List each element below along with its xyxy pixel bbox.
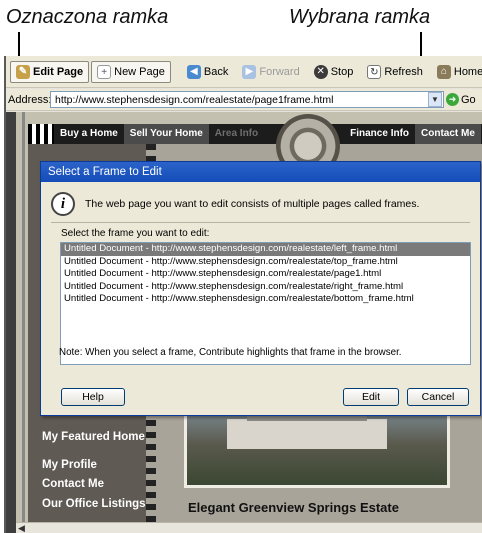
callout-marked-frame: Oznaczona ramka [6, 6, 169, 28]
cancel-label: Cancel [421, 391, 455, 403]
site-navbar: Buy a Home Sell Your Home Area Info Fina… [28, 124, 482, 144]
stop-icon: ✕ [313, 64, 328, 79]
select-frame-dialog: Select a Frame to Edit i The web page yo… [40, 161, 481, 416]
nav-contact-me[interactable]: Contact Me [415, 124, 481, 144]
navbar-pattern [28, 124, 54, 144]
back-button[interactable]: ◀ Back [181, 61, 234, 83]
new-page-icon: + [97, 64, 112, 79]
edit-page-button[interactable]: ✎ Edit Page [10, 60, 90, 83]
house-photo [184, 404, 450, 488]
refresh-button[interactable]: ↻ Refresh [361, 61, 429, 83]
new-page-label: New Page [114, 65, 165, 78]
horizontal-scrollbar[interactable]: ◀ [16, 522, 482, 533]
callout-selected-frame: Wybrana ramka [289, 6, 431, 28]
stop-label: Stop [330, 65, 354, 78]
house-shape [227, 419, 387, 449]
nav-buy-a-home[interactable]: Buy a Home [54, 124, 124, 144]
address-dropdown-icon[interactable]: ▼ [428, 92, 442, 107]
go-arrow-icon: ➜ [446, 93, 459, 106]
back-arrow-icon: ◀ [186, 64, 201, 79]
sidebar-item-office-listings[interactable]: Our Office Listings [42, 498, 147, 510]
dialog-info-text: The web page you want to edit consists o… [85, 198, 420, 210]
frame-list-item[interactable]: Untitled Document - http://www.stephensd… [61, 268, 470, 281]
scroll-left-arrow-icon[interactable]: ◀ [18, 523, 25, 533]
new-page-button[interactable]: + New Page [91, 60, 171, 83]
sidebar-item-my-featured-home[interactable]: My Featured Home [42, 431, 147, 443]
edit-page-icon: ✎ [16, 64, 30, 79]
dialog-info: i The web page you want to edit consists… [51, 192, 419, 216]
window-left-border [6, 112, 16, 533]
frame-list-item[interactable]: Untitled Document - http://www.stephensd… [61, 281, 470, 294]
refresh-icon: ↻ [367, 64, 382, 79]
home-pages-label: Home Pages [453, 65, 482, 78]
back-label: Back [203, 65, 229, 78]
stop-button[interactable]: ✕ Stop [308, 61, 360, 83]
edit-button[interactable]: Edit [343, 388, 399, 406]
forward-button[interactable]: ▶ Forward [236, 61, 305, 83]
address-label: Address: [8, 93, 52, 106]
dialog-note: Note: When you select a frame, Contribut… [59, 347, 402, 358]
toolbar: ✎ Edit Page + New Page ◀ Back ▶ Forward … [6, 56, 482, 88]
sidebar-item-contact-me[interactable]: Contact Me [42, 478, 147, 490]
home-pages-button[interactable]: ⌂ Home Pages [431, 61, 482, 83]
nav-sell-your-home[interactable]: Sell Your Home [123, 124, 209, 144]
help-button[interactable]: Help [61, 388, 125, 406]
dialog-divider [51, 222, 470, 223]
frame-highlight-stripe [22, 112, 25, 522]
sidebar-item-my-profile[interactable]: My Profile [42, 459, 147, 471]
forward-arrow-icon: ▶ [242, 64, 257, 79]
nav-finance-info[interactable]: Finance Info [344, 124, 415, 144]
estate-headline: Elegant Greenview Springs Estate [188, 500, 399, 515]
home-icon: ⌂ [436, 64, 451, 79]
edit-page-label: Edit Page [33, 65, 84, 78]
frame-list-item[interactable]: Untitled Document - http://www.stephensd… [61, 293, 470, 306]
address-bar: Address: ▼ ➜ Go [6, 89, 482, 111]
frame-list-item[interactable]: Untitled Document - http://www.stephensd… [61, 243, 470, 256]
forward-label: Forward [259, 65, 300, 78]
info-icon: i [51, 192, 75, 216]
select-frame-label: Select the frame you want to edit: [61, 228, 210, 239]
edit-label: Edit [361, 391, 381, 403]
frame-list-item[interactable]: Untitled Document - http://www.stephensd… [61, 256, 470, 269]
refresh-label: Refresh [384, 65, 423, 78]
screenshot-root: { "callouts": { "left": "Oznaczona ramka… [0, 0, 482, 533]
go-label: Go [461, 93, 476, 106]
nav-area-info[interactable]: Area Info [209, 124, 264, 144]
go-button[interactable]: ➜ Go [446, 93, 476, 106]
help-label: Help [82, 391, 104, 403]
cancel-button[interactable]: Cancel [407, 388, 469, 406]
dialog-title: Select a Frame to Edit [41, 162, 480, 182]
address-input[interactable] [50, 91, 444, 108]
